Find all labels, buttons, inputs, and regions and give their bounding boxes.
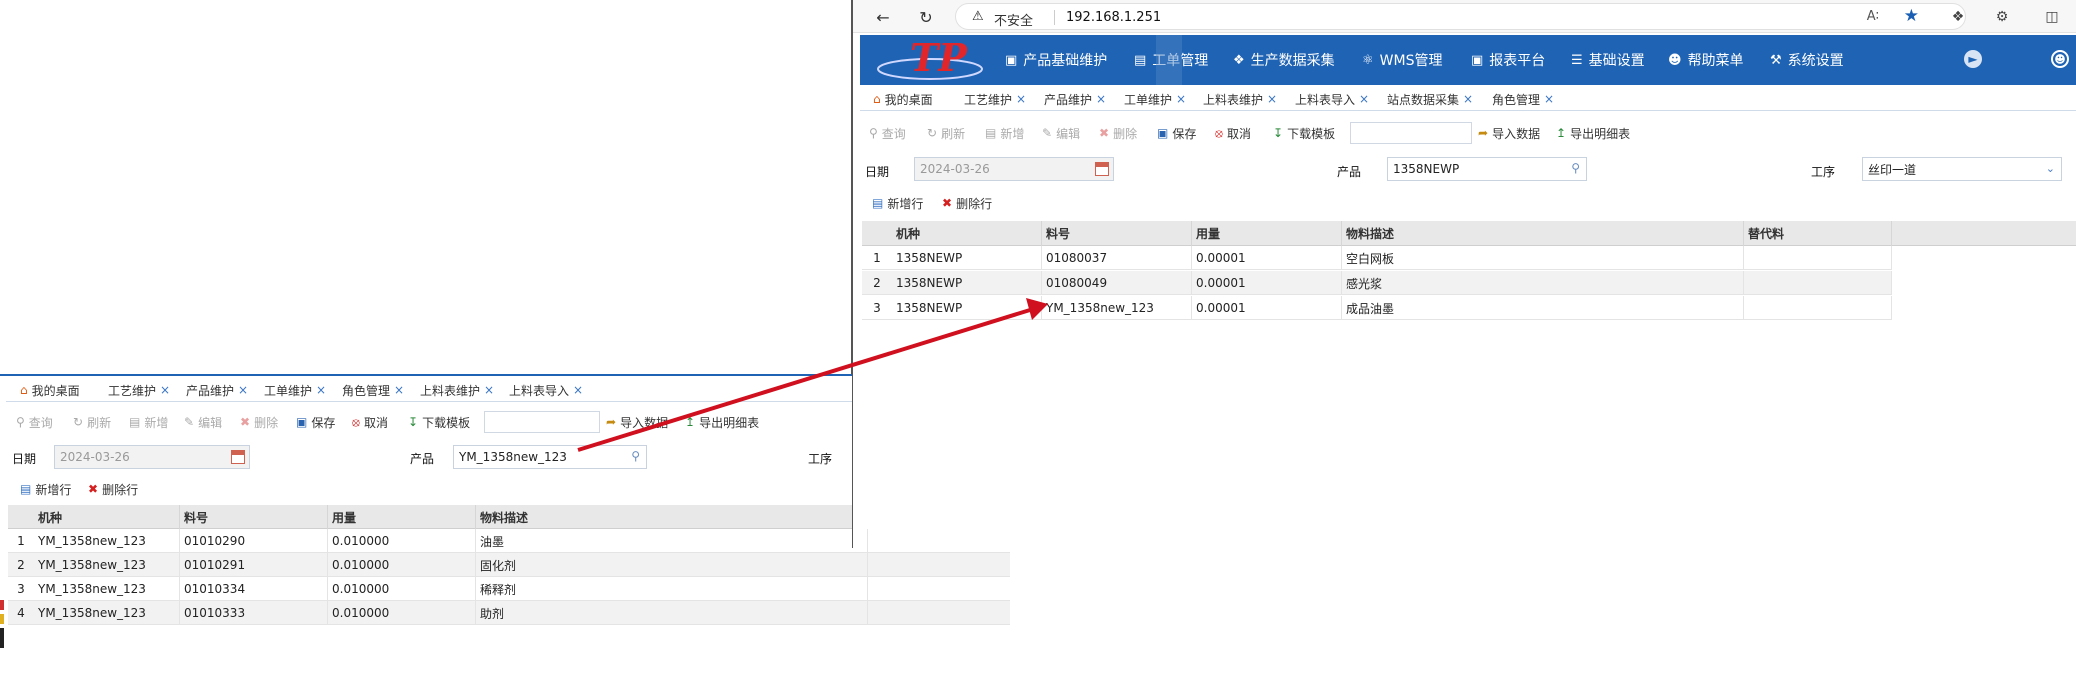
annotation-arrow — [577, 298, 1048, 452]
